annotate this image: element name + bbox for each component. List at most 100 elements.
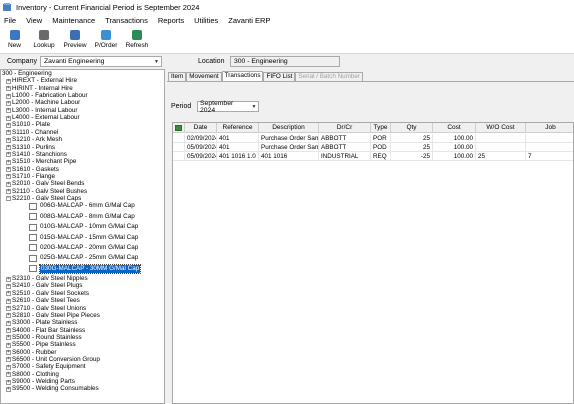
tree-item[interactable]: 020G-MALCAP - 20mm G/Mal Cap bbox=[29, 244, 138, 252]
expand-icon[interactable]: + bbox=[6, 100, 11, 106]
table-cell: 100.00 bbox=[433, 143, 476, 152]
column-header-cost[interactable]: Cost bbox=[433, 123, 476, 133]
expand-icon[interactable]: + bbox=[6, 342, 11, 348]
expand-icon[interactable]: + bbox=[6, 357, 11, 363]
lookup-button[interactable]: Lookup bbox=[29, 27, 59, 54]
tab-item[interactable]: Item bbox=[168, 72, 187, 81]
expand-icon[interactable]: + bbox=[6, 298, 11, 304]
period-select[interactable]: September 2024 ▼ bbox=[197, 100, 259, 114]
menu-utilities[interactable]: Utilities bbox=[189, 16, 223, 25]
expand-icon[interactable]: + bbox=[6, 328, 11, 334]
column-header-dr-cr[interactable]: Dr/Cr bbox=[319, 123, 371, 133]
expand-icon[interactable]: + bbox=[6, 306, 11, 311]
toolbar-label: P/Order bbox=[94, 42, 118, 49]
item-icon bbox=[29, 265, 37, 273]
tree-group[interactable]: + S9500 - Welding Consumables bbox=[6, 385, 99, 393]
tree-node-label: S9500 - Welding Consumables bbox=[12, 385, 99, 393]
expand-icon[interactable]: + bbox=[6, 283, 11, 289]
column-header-w-o-cost[interactable]: W/O Cost bbox=[476, 123, 526, 133]
menu-bar: File View Maintenance Transactions Reports Ut… bbox=[0, 14, 574, 27]
expand-icon[interactable]: + bbox=[6, 379, 11, 385]
expand-icon[interactable]: + bbox=[6, 189, 11, 195]
expand-icon[interactable]: + bbox=[6, 78, 11, 84]
expand-icon[interactable]: + bbox=[6, 291, 11, 297]
expand-icon[interactable]: + bbox=[6, 372, 11, 378]
preview-icon bbox=[70, 30, 80, 40]
grid-options-icon[interactable] bbox=[175, 125, 182, 131]
p-order-button[interactable]: P/Order bbox=[91, 27, 121, 54]
tree-item[interactable]: 006G-MALCAP - 6mm G/Mal Cap bbox=[29, 202, 135, 210]
table-cell: 100.00 bbox=[433, 152, 476, 161]
column-header-qty[interactable]: Qty bbox=[391, 123, 433, 133]
expand-icon[interactable]: + bbox=[6, 108, 11, 114]
new-button[interactable]: New bbox=[1, 27, 28, 54]
table-row[interactable]: 05/09/2024 401 1016 1.0 401 1016 INDUSTRIAL… bbox=[173, 152, 573, 161]
table-row[interactable]: 05/09/2024401Purchase Order SampleABBOTT… bbox=[173, 143, 573, 152]
expand-icon[interactable]: + bbox=[6, 86, 11, 92]
expand-icon[interactable]: + bbox=[6, 364, 11, 370]
tree-node-label: 020G-MALCAP - 20mm G/Mal Cap bbox=[40, 243, 139, 251]
expand-icon[interactable]: + bbox=[6, 174, 11, 180]
tab-serial-batch-number: Serial / Batch Number bbox=[295, 72, 363, 81]
expand-icon[interactable]: + bbox=[6, 313, 11, 319]
company-select[interactable]: Zavanti Engineering ▼ bbox=[40, 56, 162, 67]
company-value: Zavanti Engineering bbox=[44, 58, 105, 65]
menu-zavanti-erp[interactable]: Zavanti ERP bbox=[223, 16, 275, 25]
tree-item[interactable]: 015G-MALCAP - 15mm G/Mal Cap bbox=[29, 234, 138, 242]
expand-icon[interactable]: + bbox=[6, 130, 11, 136]
expand-icon[interactable]: + bbox=[6, 145, 11, 150]
item-icon bbox=[29, 254, 37, 262]
expand-icon[interactable]: + bbox=[6, 93, 11, 99]
table-row[interactable]: 02/09/2024401Purchase Order SampleABBOTT… bbox=[173, 134, 573, 143]
refresh-button[interactable]: Refresh bbox=[122, 27, 152, 54]
menu-maintenance[interactable]: Maintenance bbox=[47, 16, 100, 25]
tree-item[interactable]: 025G-MALCAP - 25mm G/Mal Cap bbox=[29, 254, 138, 262]
grid-corner[interactable] bbox=[173, 123, 185, 133]
chevron-down-icon[interactable]: ▼ bbox=[152, 57, 161, 66]
tree-item[interactable]: 008G-MALCAP - 8mm G/Mal Cap bbox=[29, 213, 135, 221]
tab-transactions[interactable]: Transactions bbox=[221, 71, 264, 81]
column-header-description[interactable]: Description bbox=[259, 123, 319, 133]
tree-item[interactable]: 030G-MALCAP - 30MM G/Mal Cap bbox=[29, 263, 142, 274]
item-tree[interactable]: 300 - Engineering + HIREXT - External Hire… bbox=[0, 69, 165, 404]
row-selector[interactable] bbox=[173, 143, 185, 152]
expand-icon[interactable]: + bbox=[6, 386, 11, 392]
chevron-down-icon[interactable]: ▼ bbox=[250, 104, 258, 110]
menu-reports[interactable]: Reports bbox=[153, 16, 189, 25]
expand-icon[interactable]: + bbox=[6, 181, 11, 187]
expand-icon[interactable]: + bbox=[6, 122, 11, 128]
table-cell: 401 1016 1.0 bbox=[217, 152, 259, 161]
tree-item[interactable]: 010G-MALCAP - 10mm G/Mal Cap bbox=[29, 223, 138, 231]
preview-button[interactable]: Preview bbox=[60, 27, 90, 54]
table-cell bbox=[476, 134, 526, 143]
table-cell: 25 bbox=[391, 143, 433, 152]
table-cell: 401 bbox=[217, 143, 259, 152]
item-icon bbox=[29, 244, 37, 252]
row-selector[interactable] bbox=[173, 134, 185, 143]
expand-icon[interactable]: + bbox=[6, 350, 11, 356]
expand-icon[interactable]: + bbox=[6, 152, 11, 158]
detail-tabs: Item Movement Transactions FIFO List Serial … bbox=[168, 71, 363, 81]
location-value: 300 - Engineering bbox=[234, 58, 288, 65]
expand-icon[interactable]: + bbox=[6, 335, 11, 341]
transactions-grid[interactable]: Date Reference Description Dr/Cr Type Qty Cost… bbox=[172, 122, 574, 404]
menu-file[interactable]: File bbox=[0, 16, 21, 25]
table-cell: POR bbox=[371, 134, 391, 143]
menu-transactions[interactable]: Transactions bbox=[100, 16, 153, 25]
expand-icon[interactable]: + bbox=[6, 115, 11, 121]
tree-node-label: 010G-MALCAP - 10mm G/Mal Cap bbox=[40, 223, 139, 231]
collapse-icon[interactable]: − bbox=[6, 196, 11, 202]
row-selector[interactable] bbox=[173, 152, 185, 161]
column-header-job[interactable]: Job bbox=[526, 123, 573, 133]
menu-view[interactable]: View bbox=[21, 16, 47, 25]
expand-icon[interactable]: + bbox=[6, 167, 11, 173]
tab-fifo-list[interactable]: FIFO List bbox=[263, 72, 296, 81]
column-header-type[interactable]: Type bbox=[371, 123, 391, 133]
tab-movement[interactable]: Movement bbox=[186, 72, 222, 81]
expand-icon[interactable]: + bbox=[6, 276, 11, 282]
expand-icon[interactable]: + bbox=[6, 137, 11, 143]
expand-icon[interactable]: + bbox=[6, 159, 11, 165]
column-header-reference[interactable]: Reference bbox=[217, 123, 259, 133]
expand-icon[interactable]: + bbox=[6, 320, 11, 326]
column-header-date[interactable]: Date bbox=[185, 123, 217, 133]
